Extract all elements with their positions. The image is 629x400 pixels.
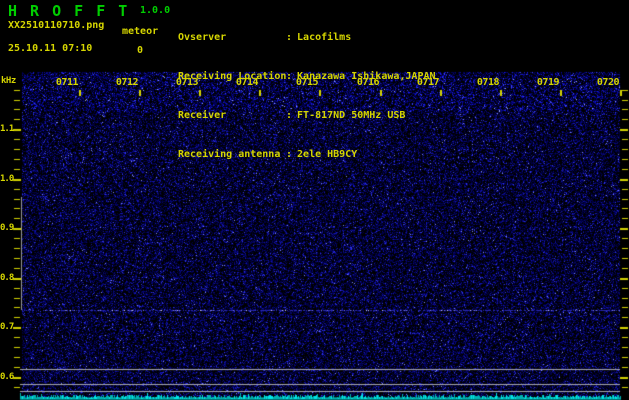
info-value: 2ele HB9CY	[297, 149, 358, 160]
info-separator: :	[286, 71, 293, 82]
app-version: 1.0.0	[140, 5, 171, 16]
info-value: FT-817ND 50MHz USB	[297, 110, 406, 121]
freq-tick-label: 0.7	[0, 322, 14, 332]
freq-tick-label: 0.9	[0, 223, 14, 233]
info-separator: :	[286, 110, 293, 121]
mode-label: meteor	[122, 26, 159, 37]
output-filename: XX2510110710.png	[8, 20, 105, 31]
info-row-receiver: Receiver: FT-817ND 50MHz USB	[178, 109, 436, 122]
info-value: Lacofilms	[297, 32, 352, 43]
freq-axis-unit-label: kHz	[1, 76, 16, 86]
meteor-count-value: 0	[137, 45, 144, 56]
info-label: Receiving antenna	[178, 149, 281, 160]
info-row-observer: Ovserver: Lacofilms	[178, 31, 436, 44]
time-tick-label: 0711	[55, 77, 79, 88]
time-tick-label: 0718	[476, 77, 500, 88]
time-tick-label: 0712	[115, 77, 139, 88]
info-label: Receiver	[178, 110, 227, 121]
info-label: Ovserver	[178, 32, 227, 43]
freq-tick-label: 0.6	[0, 372, 14, 382]
freq-tick-label: 0.8	[0, 273, 14, 283]
info-separator: :	[286, 149, 293, 160]
info-separator: :	[286, 32, 293, 43]
time-tick-label: 0720	[596, 77, 620, 88]
freq-tick-label: 1.1	[0, 124, 14, 134]
time-tick-label: 0715	[295, 77, 319, 88]
info-row-antenna: Receiving antenna:2ele HB9CY	[178, 148, 436, 161]
time-tick-label: 0719	[536, 77, 560, 88]
time-tick-label: 0716	[356, 77, 380, 88]
time-tick-label: 0714	[235, 77, 259, 88]
observation-datetime: 25.10.11 07:10	[8, 43, 93, 54]
time-tick-label: 0713	[175, 77, 199, 88]
time-tick-label: 0717	[416, 77, 440, 88]
freq-tick-label: 1.0	[0, 174, 14, 184]
app-title: H R O F F T	[8, 2, 130, 20]
station-info: Ovserver: Lacofilms Receiving Location: Ka…	[178, 5, 436, 187]
hrofft-screen: H R O F F T 1.0.0 XX2510110710.png meteo…	[0, 0, 629, 400]
